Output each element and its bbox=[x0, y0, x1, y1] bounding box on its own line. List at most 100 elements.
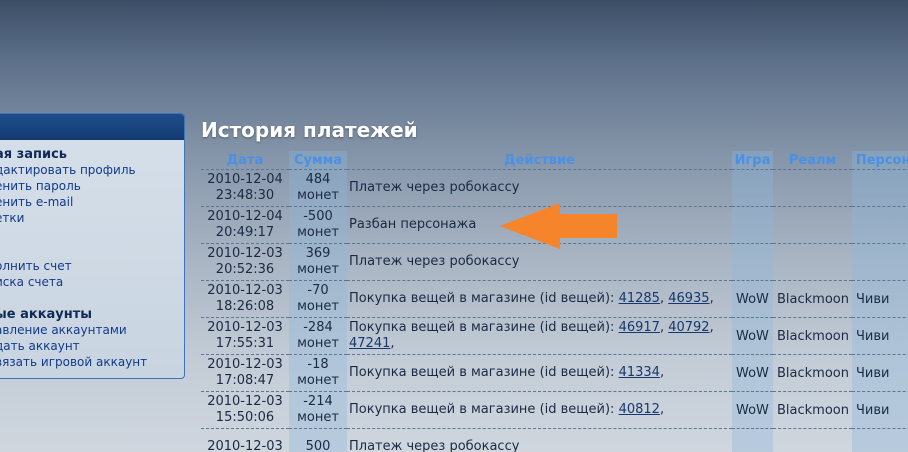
row-action: Платеж через робокассу bbox=[349, 180, 520, 195]
table-header-row: Дата Сумма Действие Игра Реалм Персонаж bbox=[201, 151, 908, 170]
sidebar-link-change-email[interactable]: енить e-mail bbox=[0, 195, 73, 209]
row-character: Чиви bbox=[856, 328, 890, 344]
cell-game bbox=[732, 243, 773, 281]
cell-amount: -500 монет bbox=[289, 206, 347, 244]
item-id-link[interactable]: 41334 bbox=[619, 365, 660, 380]
row-time: 20:52:36 bbox=[215, 262, 275, 277]
item-id-link[interactable]: 40812 bbox=[619, 402, 660, 417]
header-character[interactable]: Персонаж bbox=[852, 151, 908, 170]
row-amount: 500 bbox=[305, 439, 331, 452]
sidebar-link-top-up[interactable]: олнить счет bbox=[0, 259, 72, 273]
item-id-link[interactable]: 46917 bbox=[619, 320, 660, 335]
header-amount[interactable]: Сумма bbox=[289, 151, 347, 170]
row-date: 2010-12-03 bbox=[207, 439, 283, 452]
row-amount: 484 bbox=[305, 172, 331, 187]
row-amount: -500 bbox=[303, 209, 333, 224]
sidebar-link-change-password[interactable]: енить пароль bbox=[0, 179, 81, 193]
row-action: Разбан персонажа bbox=[349, 217, 477, 232]
row-date: 2010-12-03 bbox=[207, 320, 283, 335]
sidebar-section-account: ая запись bbox=[0, 147, 67, 162]
payment-history-table-wrap: Дата Сумма Действие Игра Реалм Персонаж … bbox=[201, 151, 908, 452]
left-arrow-icon bbox=[500, 203, 617, 249]
sidebar-link-link-game-account[interactable]: вязать игровой аккаунт bbox=[0, 355, 147, 369]
row-unit: монет bbox=[297, 410, 339, 425]
sidebar-link-edit-profile[interactable]: дактировать профиль bbox=[0, 163, 136, 177]
cell-realm: Blackmoon bbox=[773, 391, 852, 429]
row-character: Чиви bbox=[856, 291, 890, 307]
cell-action: Покупка вещей в магазине (id вещей): 469… bbox=[347, 317, 732, 355]
row-character: Чиви bbox=[856, 402, 890, 418]
row-character: Чиви bbox=[856, 365, 890, 381]
header-realm[interactable]: Реалм bbox=[773, 151, 852, 170]
row-action: Покупка вещей в магазине (id вещей): bbox=[349, 365, 619, 380]
row-realm: Blackmoon bbox=[777, 291, 849, 307]
row-time: 17:55:31 bbox=[215, 336, 275, 351]
sidebar-panel: ая запись дактировать профиль енить паро… bbox=[0, 113, 185, 379]
row-time: 20:49:17 bbox=[215, 225, 275, 240]
sidebar-link-create-account[interactable]: дать аккаунт bbox=[0, 339, 80, 353]
sidebar-link-statement[interactable]: иска счета bbox=[0, 275, 63, 289]
table-row: 2010-12-03 20:52:36 369 монет Платеж через р… bbox=[201, 243, 908, 281]
cell-date: 2010-12-04 23:48:30 bbox=[201, 169, 289, 207]
sidebar-link-manage-accounts[interactable]: авление аккаунтами bbox=[0, 323, 127, 337]
cell-action: Покупка вещей в магазине (id вещей): 408… bbox=[347, 391, 732, 429]
item-id-link[interactable]: 40792 bbox=[668, 320, 709, 335]
cell-action: Покупка вещей в магазине (id вещей): 412… bbox=[347, 280, 732, 318]
cell-character bbox=[852, 169, 908, 207]
table-row: 2010-12-03 17:08:47 -18 монет Покупка вещей … bbox=[201, 354, 908, 392]
cell-character: Чиви bbox=[852, 391, 908, 429]
cell-amount: 500 bbox=[289, 428, 347, 452]
row-amount: 369 bbox=[305, 246, 331, 261]
cell-realm: Blackmoon bbox=[773, 354, 852, 392]
row-game: WoW bbox=[736, 328, 769, 344]
header-action[interactable]: Действие bbox=[347, 151, 732, 170]
row-amount: -284 bbox=[303, 320, 333, 335]
row-game: WoW bbox=[736, 365, 769, 381]
cell-amount: -18 монет bbox=[289, 354, 347, 392]
item-id-link[interactable]: 41285 bbox=[619, 291, 660, 306]
cell-date: 2010-12-03 15:50:06 bbox=[201, 391, 289, 429]
row-unit: монет bbox=[297, 262, 339, 277]
header-game[interactable]: Игра bbox=[732, 151, 773, 170]
cell-character bbox=[852, 243, 908, 281]
cell-date: 2010-12-04 20:49:17 bbox=[201, 206, 289, 244]
row-date: 2010-12-03 bbox=[207, 283, 283, 298]
row-date: 2010-12-04 bbox=[207, 172, 283, 187]
row-date: 2010-12-03 bbox=[207, 357, 283, 372]
item-id-link[interactable]: 46935 bbox=[668, 291, 709, 306]
sidebar-link-notes[interactable]: етки bbox=[0, 211, 24, 225]
page-title: История платежей bbox=[201, 118, 418, 142]
cell-realm bbox=[773, 243, 852, 281]
cell-game bbox=[732, 206, 773, 244]
row-unit: монет bbox=[297, 373, 339, 388]
cell-action: Покупка вещей в магазине (id вещей): 413… bbox=[347, 354, 732, 392]
item-id-link[interactable]: 47241 bbox=[349, 336, 390, 351]
cell-amount: -214 монет bbox=[289, 391, 347, 429]
cell-date: 2010-12-03 20:52:36 bbox=[201, 243, 289, 281]
row-date: 2010-12-03 bbox=[207, 394, 283, 409]
cell-date: 2010-12-03 bbox=[201, 428, 289, 452]
cell-character: Чиви bbox=[852, 280, 908, 318]
cell-date: 2010-12-03 18:26:08 bbox=[201, 280, 289, 318]
cell-character bbox=[852, 206, 908, 244]
row-action: Покупка вещей в магазине (id вещей): bbox=[349, 402, 619, 417]
row-unit: монет bbox=[297, 225, 339, 240]
row-unit: монет bbox=[297, 188, 339, 203]
row-realm: Blackmoon bbox=[777, 328, 849, 344]
cell-date: 2010-12-03 17:08:47 bbox=[201, 354, 289, 392]
row-action: Покупка вещей в магазине (id вещей): bbox=[349, 291, 619, 306]
cell-amount: -70 монет bbox=[289, 280, 347, 318]
row-action: Платеж через робокассу bbox=[349, 254, 520, 269]
cell-game bbox=[732, 428, 773, 452]
table-row: 2010-12-03 15:50:06 -214 монет Покупка вещей… bbox=[201, 391, 908, 429]
sidebar-header-bar bbox=[0, 114, 184, 140]
header-date[interactable]: Дата bbox=[201, 151, 289, 170]
row-time: 17:08:47 bbox=[215, 373, 275, 388]
cell-character: Чиви bbox=[852, 317, 908, 355]
cell-game bbox=[732, 169, 773, 207]
cell-realm: Blackmoon bbox=[773, 280, 852, 318]
row-game: WoW bbox=[736, 402, 769, 418]
row-amount: -214 bbox=[303, 394, 333, 409]
cell-game: WoW bbox=[732, 280, 773, 318]
cell-game: WoW bbox=[732, 391, 773, 429]
